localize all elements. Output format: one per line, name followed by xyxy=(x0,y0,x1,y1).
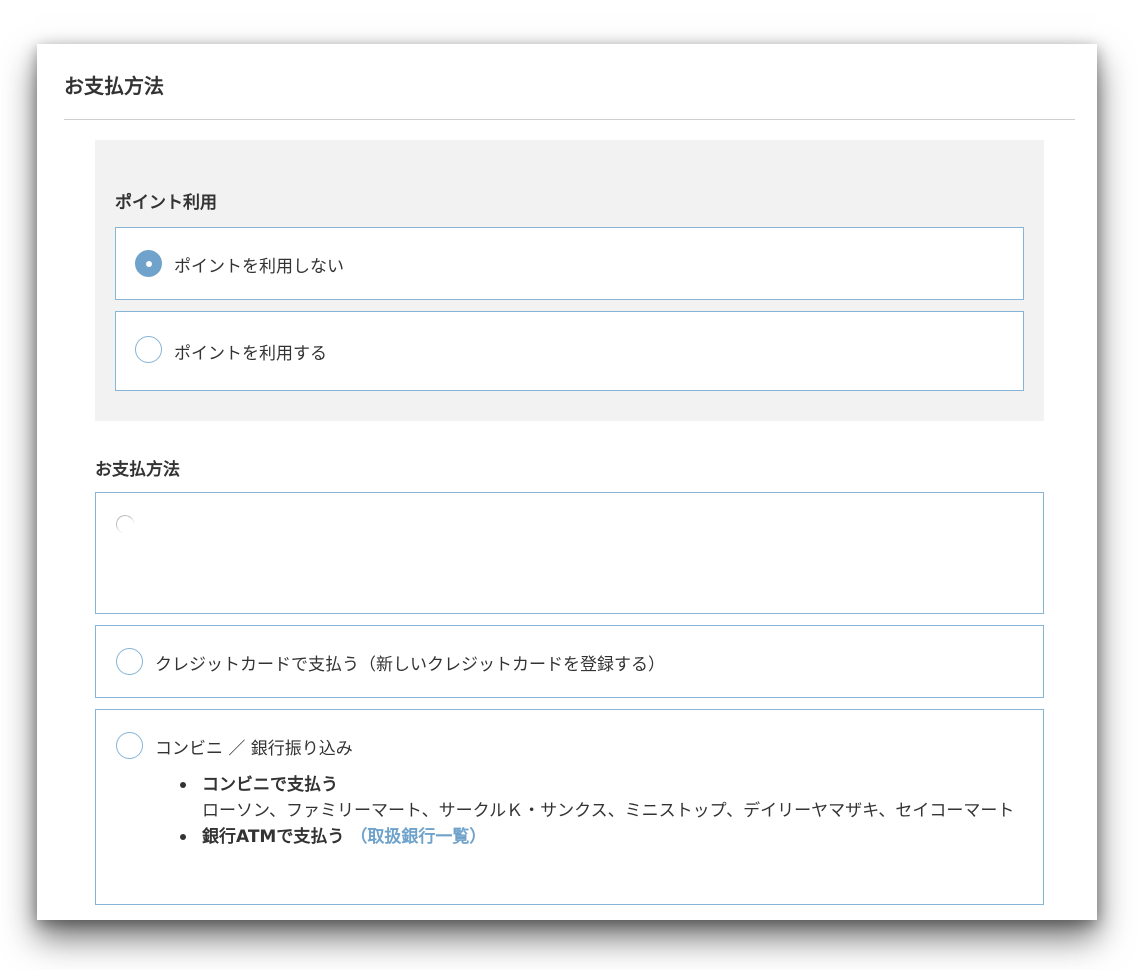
radio-points-use[interactable] xyxy=(135,336,162,363)
loading-mark xyxy=(114,513,136,535)
bullet-icon xyxy=(180,782,186,788)
payment-option-blank[interactable] xyxy=(95,492,1044,614)
points-option-use[interactable]: ポイントを利用する xyxy=(115,311,1024,391)
konbini-pay-title: コンビニで支払う xyxy=(202,775,338,795)
page-title: お支払方法 xyxy=(64,74,164,98)
payment-card: お支払方法 ポイント利用 ポイントを利用しない ポイントを利用する お支払方法 … xyxy=(37,44,1097,920)
list-item-bank-atm: 銀行ATMで支払う （取扱銀行一覧） xyxy=(180,824,1020,850)
points-option-no-use[interactable]: ポイントを利用しない xyxy=(115,227,1024,300)
payment-option-credit-card[interactable]: クレジットカードで支払う（新しいクレジットカードを登録する） xyxy=(95,625,1044,698)
credit-card-label: クレジットカードで支払う（新しいクレジットカードを登録する） xyxy=(155,655,665,675)
bank-atm-title: 銀行ATMで支払う xyxy=(202,827,345,847)
points-option-use-label: ポイントを利用する xyxy=(174,344,327,364)
points-panel: ポイント利用 ポイントを利用しない ポイントを利用する xyxy=(95,140,1044,421)
points-heading: ポイント利用 xyxy=(115,193,217,213)
list-item-konbini: コンビニで支払う ローソン、ファミリーマート、サークルＫ・サンクス、ミニストップ… xyxy=(180,772,1020,824)
title-divider xyxy=(64,119,1075,120)
bank-list-link[interactable]: （取扱銀行一覧） xyxy=(350,827,486,847)
konbini-label: コンビニ ／ 銀行振り込み xyxy=(155,739,353,759)
radio-konbini[interactable] xyxy=(116,732,143,759)
radio-points-no-use[interactable] xyxy=(135,250,162,277)
payment-heading: お支払方法 xyxy=(95,460,180,480)
konbini-sub-list: コンビニで支払う ローソン、ファミリーマート、サークルＫ・サンクス、ミニストップ… xyxy=(180,772,1020,850)
konbini-stores-text: ローソン、ファミリーマート、サークルＫ・サンクス、ミニストップ、デイリーヤマザキ… xyxy=(202,801,1015,821)
bullet-icon xyxy=(180,834,186,840)
points-option-no-use-label: ポイントを利用しない xyxy=(174,257,344,277)
radio-credit-card[interactable] xyxy=(116,648,143,675)
payment-option-konbini[interactable]: コンビニ ／ 銀行振り込み コンビニで支払う ローソン、ファミリーマート、サーク… xyxy=(95,709,1044,905)
